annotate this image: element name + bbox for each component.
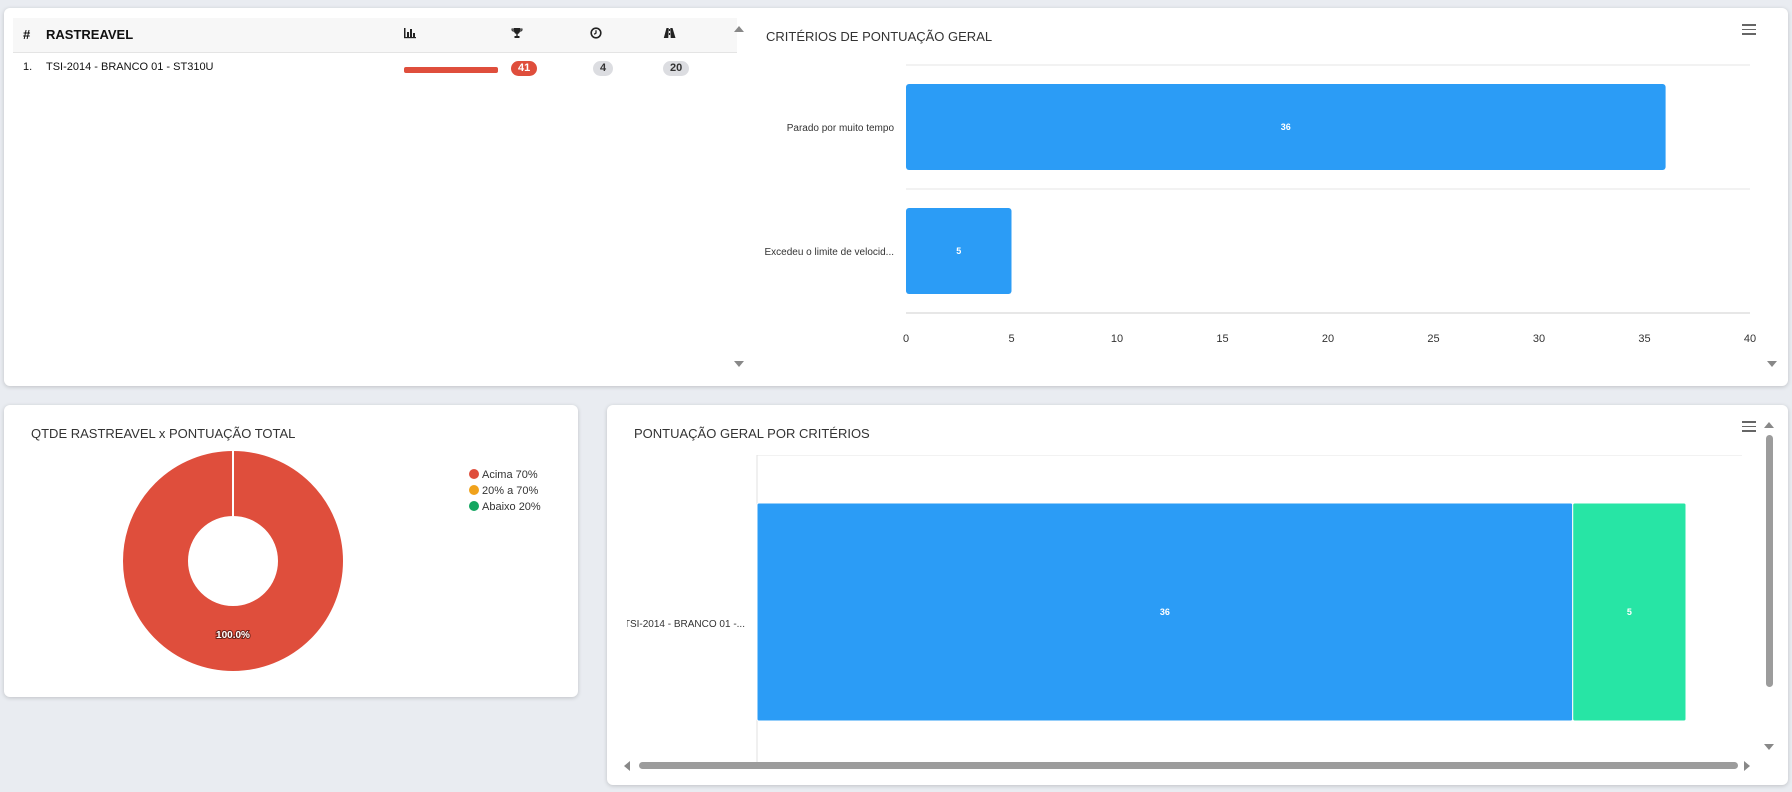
x-tick-label: 15: [1216, 333, 1228, 345]
distance-badge: 20: [663, 61, 690, 76]
x-tick-label: 40: [1744, 333, 1756, 345]
category-label: TSI-2014 - BRANCO 01 -...: [627, 619, 745, 630]
chart-scroll-down-icon[interactable]: [1767, 361, 1777, 367]
segment-data-label: 36: [1160, 607, 1170, 617]
legend-label: 20% a 70%: [482, 485, 539, 497]
stacked-chart-card: PONTUAÇÃO GERAL POR CRITÉRIOS 36 5 TSI-201…: [607, 405, 1788, 785]
x-tick-label: 35: [1638, 333, 1650, 345]
legend-item[interactable]: Acima 70%: [469, 469, 538, 481]
bar-chart-icon[interactable]: [403, 27, 417, 42]
table-scroll-down-icon[interactable]: [734, 361, 744, 367]
legend-marker: [469, 501, 479, 511]
score-progress-bar: [404, 67, 498, 73]
legend-item[interactable]: Abaixo 20%: [469, 501, 541, 513]
scroll-up-icon[interactable]: [1764, 422, 1774, 428]
x-tick-label: 5: [1008, 333, 1014, 345]
donut-chart-title: QTDE RASTREAVEL x PONTUAÇÃO TOTAL: [31, 426, 296, 441]
x-tick-label: 10: [1111, 333, 1123, 345]
vertical-scrollbar[interactable]: [1766, 435, 1773, 687]
horizontal-scrollbar[interactable]: [639, 762, 1738, 769]
name-header[interactable]: RASTREAVEL: [46, 27, 133, 42]
bar-data-label: 5: [956, 246, 961, 256]
ranking-and-criteria-card: # RASTREAVEL 1. TSI-2014 - BRANCO 01 - S…: [4, 8, 1788, 386]
road-icon[interactable]: [663, 27, 676, 42]
index-header: #: [23, 27, 31, 42]
scroll-left-icon[interactable]: [624, 761, 630, 771]
category-label: Excedeu o limite de velocid...: [764, 247, 894, 258]
scroll-down-icon[interactable]: [1764, 744, 1774, 750]
category-label: Parado por muito tempo: [787, 123, 895, 134]
x-tick-label: 20: [1322, 333, 1334, 345]
row-name: TSI-2014 - BRANCO 01 - ST310U: [46, 61, 214, 73]
scroll-right-icon[interactable]: [1744, 761, 1750, 771]
ranking-table-header: # RASTREAVEL: [13, 18, 737, 53]
x-tick-label: 0: [903, 333, 909, 345]
ranking-table: # RASTREAVEL 1. TSI-2014 - BRANCO 01 - S…: [13, 18, 737, 83]
criteria-chart-title: CRITÉRIOS DE PONTUAÇÃO GERAL: [766, 29, 993, 44]
menu-icon[interactable]: [1742, 421, 1756, 435]
criteria-bar-chart: 36 Parado por muito tempo 5 Excedeu o limit…: [764, 64, 1756, 345]
legend-label: Abaixo 20%: [482, 501, 541, 513]
trophy-icon[interactable]: [511, 27, 523, 42]
stacked-bar-chart: 36 5 TSI-2014 - BRANCO 01 -...: [627, 455, 1742, 762]
events-badge: 4: [593, 61, 614, 76]
menu-icon[interactable]: [1742, 24, 1756, 38]
donut-data-label: 100.0%: [216, 630, 250, 641]
x-tick-label: 25: [1427, 333, 1439, 345]
bar-data-label: 36: [1281, 122, 1291, 132]
table-scroll-up-icon[interactable]: [734, 26, 744, 32]
table-row[interactable]: 1. TSI-2014 - BRANCO 01 - ST310U 41 4 20: [13, 53, 737, 83]
legend-marker: [469, 469, 479, 479]
row-index: 1.: [23, 61, 33, 73]
donut-chart: 100.0%: [123, 451, 343, 671]
clock-icon[interactable]: [590, 27, 602, 42]
score-badge: 41: [511, 61, 538, 76]
legend-marker: [469, 485, 479, 495]
legend-item[interactable]: 20% a 70%: [469, 485, 538, 497]
legend-label: Acima 70%: [482, 469, 538, 481]
x-tick-label: 30: [1533, 333, 1545, 345]
segment-data-label: 5: [1627, 607, 1632, 617]
stacked-chart-title: PONTUAÇÃO GERAL POR CRITÉRIOS: [634, 426, 870, 441]
donut-chart-card: QTDE RASTREAVEL x PONTUAÇÃO TOTAL 100.0%…: [4, 405, 578, 697]
